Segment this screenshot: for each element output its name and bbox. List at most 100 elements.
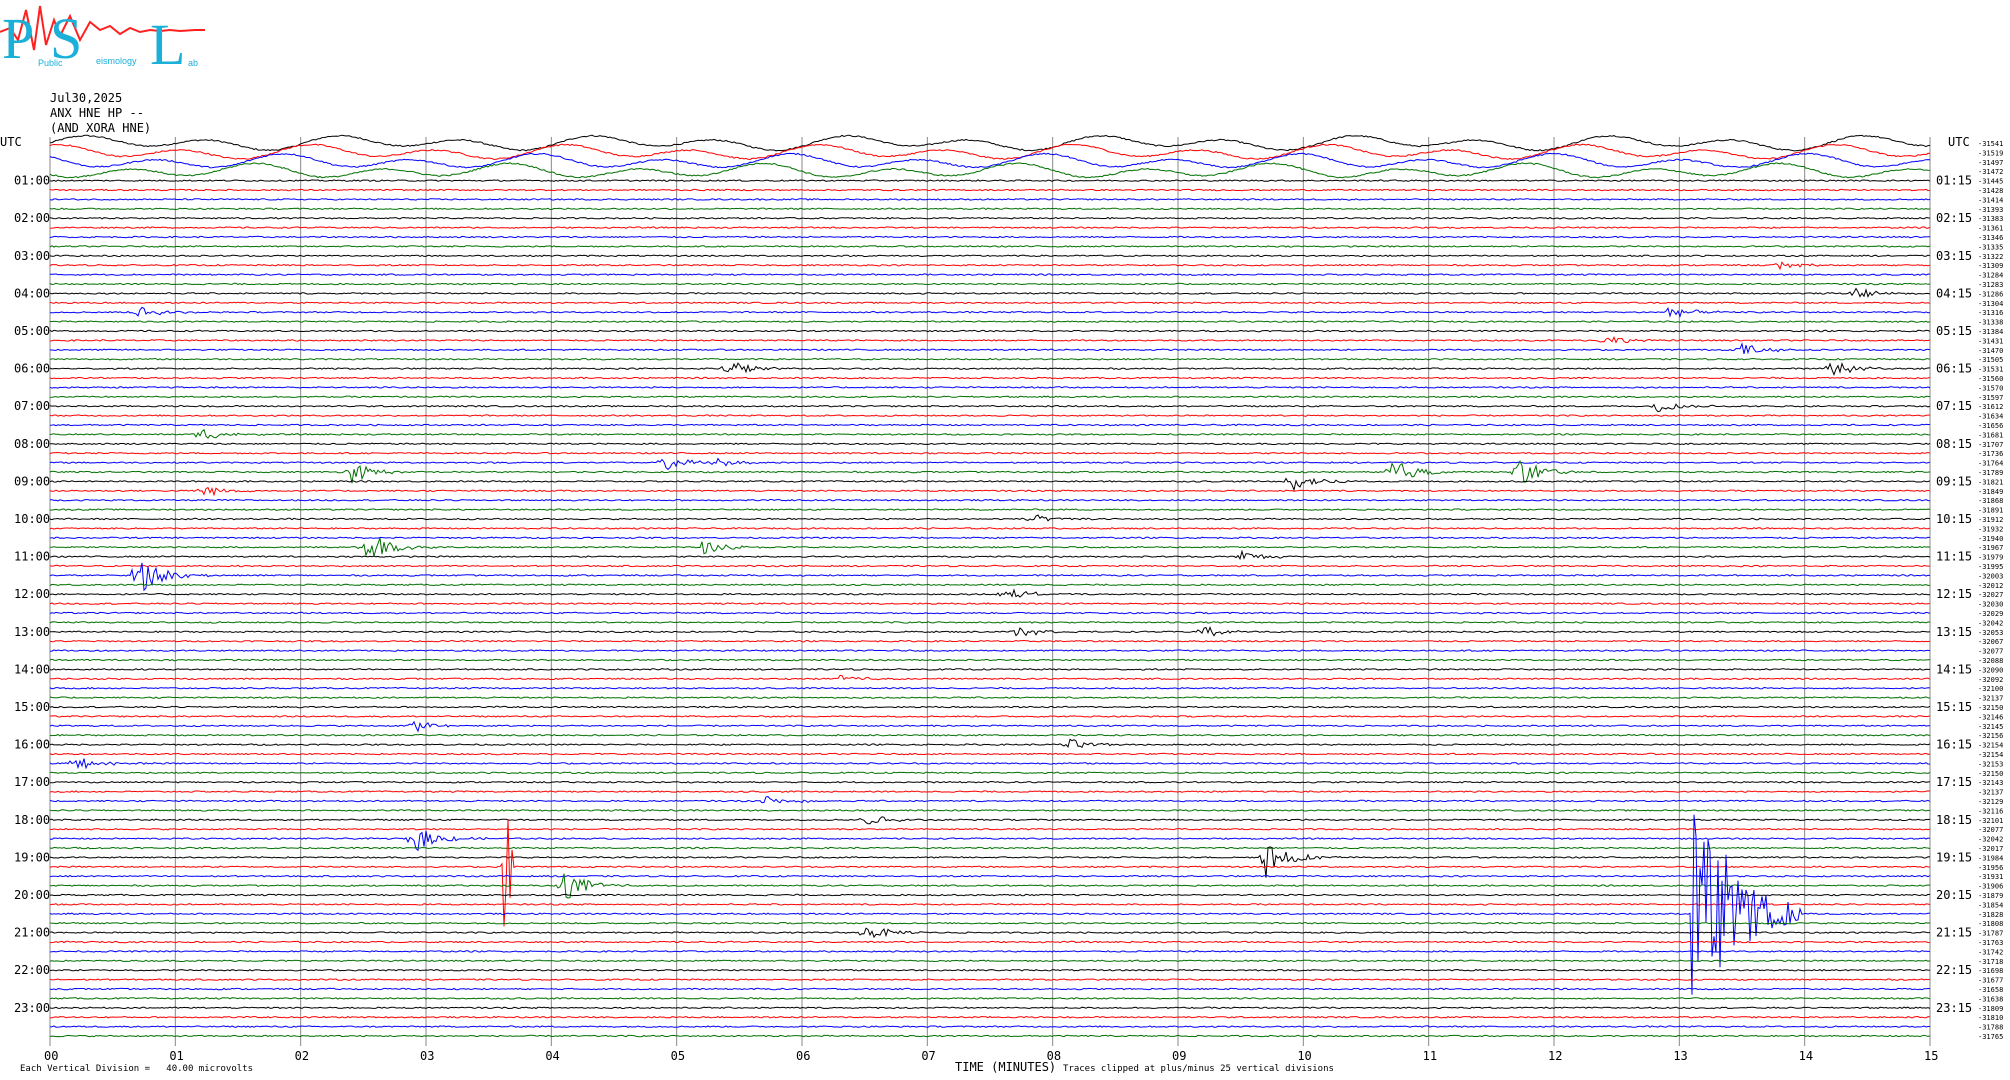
grid <box>49 137 1931 1046</box>
right-offset-value: -31808 <box>1978 920 2003 928</box>
trace-row <box>49 1034 1931 1038</box>
right-offset-value: -31560 <box>1978 375 2003 383</box>
left-hour-label: 01:00 <box>14 174 50 188</box>
left-hour-label: 02:00 <box>14 211 50 225</box>
trace-row <box>49 771 1931 775</box>
trace-row <box>49 758 1931 770</box>
right-offset-value: -31384 <box>1978 328 2003 336</box>
left-hour-label: 09:00 <box>14 474 50 488</box>
trace-row <box>49 658 1931 662</box>
trace-row <box>49 1025 1930 1028</box>
clip-note: Traces clipped at plus/minus 25 vertical… <box>1063 1064 1334 1074</box>
trace-row <box>50 442 1931 446</box>
right-offset-value: -31821 <box>1978 478 2003 486</box>
trace-row <box>49 588 1931 598</box>
trace-row <box>49 342 1931 355</box>
right-offset-value: -32100 <box>1978 685 2003 693</box>
right-offset-value: -31283 <box>1978 281 2003 289</box>
right-offset-value: -31316 <box>1978 309 2003 317</box>
left-hour-label: 15:00 <box>14 700 50 714</box>
right-offset-value: -32053 <box>1978 629 2003 637</box>
right-offset-value: -32088 <box>1978 657 2003 665</box>
right-offset-value: -32146 <box>1978 713 2003 721</box>
trace-row <box>50 674 1931 681</box>
right-offset-value: -31787 <box>1978 930 2003 938</box>
right-offset-value: -31570 <box>1978 384 2003 392</box>
trace-row <box>49 428 1931 439</box>
right-offset-value: -31788 <box>1978 1024 2003 1032</box>
right-offset-value: -31658 <box>1978 986 2003 994</box>
trace-row <box>49 254 1931 258</box>
right-offset-value: -31849 <box>1978 488 2003 496</box>
trace-row <box>49 457 1931 471</box>
right-offset-value: -32153 <box>1978 760 2003 768</box>
trace-row <box>49 361 1931 376</box>
trace-row <box>49 1015 1931 1019</box>
left-hour-label: 13:00 <box>14 625 50 639</box>
trace-row <box>49 403 1931 413</box>
right-hour-label: 06:15 <box>1936 362 1972 376</box>
x-tick-label: 11 <box>1423 1049 1437 1063</box>
right-offset-value: -31677 <box>1978 977 2003 985</box>
right-offset-value: -32027 <box>1978 591 2003 599</box>
trace-row <box>49 795 1931 804</box>
trace-row <box>49 549 1931 561</box>
right-offset-value: -32101 <box>1978 817 2003 825</box>
right-offset-value: -31428 <box>1978 187 2003 195</box>
right-offset-value: -32143 <box>1978 779 2003 787</box>
left-hour-label: 23:00 <box>14 1001 50 1015</box>
right-hour-label: 15:15 <box>1936 700 1972 714</box>
right-hour-label: 02:15 <box>1936 211 1972 225</box>
right-offset-value: -31470 <box>1978 347 2003 355</box>
x-tick-label: 10 <box>1297 1049 1311 1063</box>
trace-row <box>49 198 1931 201</box>
right-offset-value: -32077 <box>1978 826 2003 834</box>
right-offset-value: -32003 <box>1978 572 2003 580</box>
right-offset-value: -31763 <box>1978 939 2003 947</box>
right-hour-label: 19:15 <box>1936 850 1972 864</box>
right-offset-value: -31597 <box>1978 394 2003 402</box>
right-offset-value: -32154 <box>1978 751 2003 759</box>
trace-row <box>49 846 1931 850</box>
left-hour-label: 16:00 <box>14 738 50 752</box>
right-offset-value: -31445 <box>1978 178 2003 186</box>
left-hour-label: 21:00 <box>14 926 50 940</box>
right-offset-value: -32077 <box>1978 648 2003 656</box>
right-offset-value: -32116 <box>1978 807 2003 815</box>
trace-row <box>49 819 1931 927</box>
trace-row <box>49 602 1931 605</box>
right-offset-value: -31304 <box>1978 300 2003 308</box>
trace-row <box>49 987 1931 991</box>
trace-row <box>49 696 1931 699</box>
trace-row <box>49 498 1931 502</box>
trace-row <box>49 536 1931 540</box>
left-hour-label: 19:00 <box>14 850 50 864</box>
right-offset-value: -31335 <box>1978 243 2003 251</box>
right-offset-value: -31940 <box>1978 535 2003 543</box>
right-offset-value: -31656 <box>1978 422 2003 430</box>
left-hour-label: 03:00 <box>14 249 50 263</box>
trace-row <box>49 282 1931 286</box>
right-hour-label: 16:15 <box>1936 738 1972 752</box>
trace-row <box>49 816 1931 825</box>
right-offset-value: -31346 <box>1978 234 2003 242</box>
x-tick-label: 15 <box>1924 1049 1938 1063</box>
trace-row <box>49 752 1931 756</box>
trace-row <box>50 306 1931 318</box>
trace-row <box>49 738 1931 749</box>
right-hour-label: 07:15 <box>1936 399 1972 413</box>
right-offset-value: -31906 <box>1978 883 2003 891</box>
right-offset-value: -31472 <box>1978 168 2003 176</box>
right-offset-value: -31932 <box>1978 525 2003 533</box>
trace-row <box>49 611 1931 615</box>
x-tick-label: 01 <box>169 1049 183 1063</box>
right-offset-value: -31309 <box>1978 262 2003 270</box>
trace-row <box>49 261 1931 271</box>
right-offset-value: -32030 <box>1978 601 2003 609</box>
right-offset-value: -31612 <box>1978 403 2003 411</box>
right-offset-value: -31879 <box>1978 892 2003 900</box>
trace-row <box>49 235 1930 239</box>
right-offset-value: -31531 <box>1978 366 2003 374</box>
trace-row <box>49 216 1931 220</box>
left-hour-label: 20:00 <box>14 888 50 902</box>
